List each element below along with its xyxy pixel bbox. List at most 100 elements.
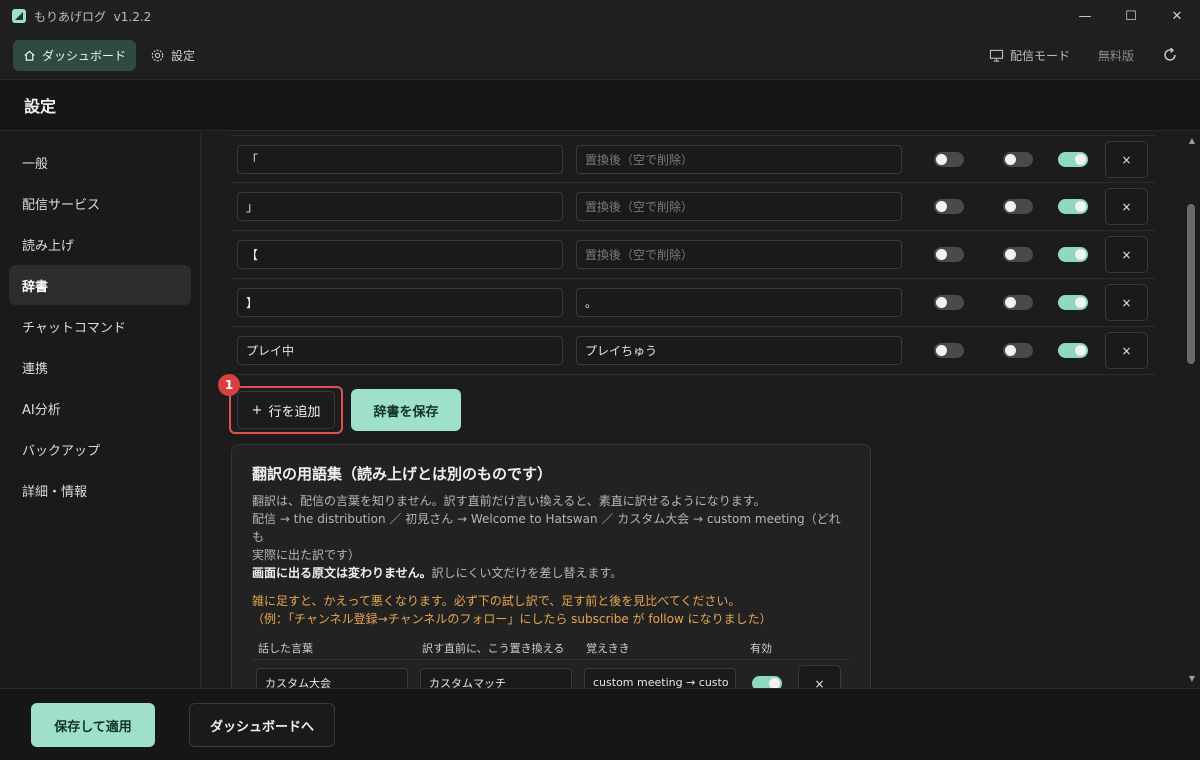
maximize-icon[interactable]: ☐	[1108, 0, 1154, 32]
delete-row-button[interactable]: ×	[798, 665, 841, 688]
enabled-toggle[interactable]	[1058, 343, 1088, 358]
sidebar-item-backup[interactable]: バックアップ	[9, 429, 191, 469]
toggle-switch[interactable]	[934, 199, 964, 214]
toggle-switch[interactable]	[1003, 152, 1033, 167]
add-row-highlight: 1 + 行を追加	[218, 374, 343, 434]
dashboard-tab[interactable]: ダッシュボード	[13, 39, 137, 71]
delivery-mode-button[interactable]: 配信モード	[989, 47, 1070, 64]
monitor-icon	[989, 49, 1004, 62]
toggle-switch[interactable]	[934, 247, 964, 262]
step-badge: 1	[218, 374, 240, 396]
settings-tab-label: 設定	[171, 48, 196, 63]
enabled-toggle[interactable]	[1058, 152, 1088, 167]
dictionary-table: 「 置換後（空で削除） × 」 置換後（空で削除） × 【 置換後（空で削除） …	[231, 135, 1155, 375]
scroll-down-icon[interactable]: ▼	[1187, 674, 1197, 684]
translation-glossary-panel: 翻訳の用語集（読み上げとは別のものです） 翻訳は、配信の言葉を知りません。訳す直…	[231, 444, 871, 688]
glossary-warning-line: 雑に足すと、かえって悪くなります。必ず下の試し訳で、足す前と後を見比べてください…	[252, 594, 741, 608]
save-apply-button[interactable]: 保存して適用	[31, 703, 155, 747]
content-scrollbar[interactable]: ▲ ▼	[1184, 132, 1200, 688]
column-header-replace: 訳す直前に、こう置き換える	[422, 641, 565, 655]
add-row-button[interactable]: + 行を追加	[237, 391, 335, 429]
column-header-spoken: 話した言葉	[258, 641, 313, 655]
save-dictionary-button[interactable]: 辞書を保存	[351, 389, 461, 431]
title-bar: もりあげログ v1.2.2 — ☐ ✕	[0, 0, 1200, 32]
spoken-word-input[interactable]: カスタム大会	[256, 668, 408, 688]
sidebar-item-ai-analysis[interactable]: AI分析	[9, 388, 191, 428]
dashboard-tab-label: ダッシュボード	[42, 48, 127, 63]
glossary-desc-rest: 訳しにくい文だけを差し替えます。	[431, 566, 623, 580]
sidebar-item-dictionary[interactable]: 辞書	[9, 265, 191, 305]
top-nav-right: 配信モード 無料版	[989, 32, 1178, 78]
dictionary-actions: 1 + 行を追加 辞書を保存	[218, 374, 628, 434]
glossary-desc-line: 配信 → the distribution ／ 初見さん → Welcome t…	[252, 512, 841, 544]
delete-row-button[interactable]: ×	[1105, 188, 1148, 225]
toggle-switch[interactable]	[934, 152, 964, 167]
table-row: プレイ中 プレイちゅう ×	[231, 327, 1155, 375]
gear-icon	[151, 49, 164, 61]
column-header-memo: 覚えきき	[586, 641, 630, 655]
sidebar-item-chat-commands[interactable]: チャットコマンド	[9, 306, 191, 346]
scroll-thumb[interactable]	[1187, 204, 1195, 364]
toggle-switch[interactable]	[934, 295, 964, 310]
glossary-desc-line: 実際に出た訳です）	[252, 548, 361, 562]
sidebar: 一般 配信サービス 読み上げ 辞書 チャットコマンド 連携 AI分析 バックアッ…	[0, 132, 201, 688]
home-icon	[24, 50, 35, 61]
app-title: もりあげログ v1.2.2	[34, 8, 151, 25]
enabled-toggle[interactable]	[1058, 247, 1088, 262]
enabled-toggle[interactable]	[1058, 199, 1088, 214]
delete-row-button[interactable]: ×	[1105, 141, 1148, 178]
footer: 保存して適用 ダッシュボードへ	[0, 688, 1200, 760]
source-word-input[interactable]: 「	[237, 145, 563, 174]
toggle-switch[interactable]	[1003, 343, 1033, 358]
column-header-enabled: 有効	[750, 641, 772, 655]
table-row: 「 置換後（空で削除） ×	[231, 135, 1155, 183]
replace-word-input[interactable]: カスタムマッチ	[420, 668, 572, 688]
table-row: 」 置換後（空で削除） ×	[231, 183, 1155, 231]
top-nav: ダッシュボード 設定 配信モード 無料版	[0, 32, 1200, 78]
replacement-input[interactable]: プレイちゅう	[576, 336, 902, 365]
source-word-input[interactable]: プレイ中	[237, 336, 563, 365]
scroll-up-icon[interactable]: ▲	[1187, 136, 1197, 146]
delivery-mode-label: 配信モード	[1009, 48, 1070, 63]
close-icon[interactable]: ✕	[1154, 0, 1200, 32]
sidebar-item-read-aloud[interactable]: 読み上げ	[9, 224, 191, 264]
sidebar-item-streaming-services[interactable]: 配信サービス	[9, 183, 191, 223]
delete-row-button[interactable]: ×	[1105, 332, 1148, 369]
settings-tab[interactable]: 設定	[150, 47, 195, 64]
source-word-input[interactable]: 」	[237, 192, 563, 221]
toggle-switch[interactable]	[1003, 247, 1033, 262]
memo-input[interactable]: custom meeting → custo	[584, 668, 736, 688]
table-row: 【 置換後（空で削除） ×	[231, 231, 1155, 279]
source-word-input[interactable]: 】	[237, 288, 563, 317]
toggle-switch[interactable]	[1003, 295, 1033, 310]
sidebar-item-integrations[interactable]: 連携	[9, 347, 191, 387]
replacement-input[interactable]: 置換後（空で削除）	[576, 192, 902, 221]
go-dashboard-button[interactable]: ダッシュボードへ	[189, 703, 335, 747]
replacement-input[interactable]: 置換後（空で削除）	[576, 240, 902, 269]
refresh-icon[interactable]	[1162, 47, 1178, 63]
plus-icon: +	[251, 402, 263, 418]
glossary-warning-line: （例：「チャンネル登録→チャンネルのフォロー」にしたら subscribe が …	[252, 612, 772, 626]
app-name: もりあげログ	[34, 9, 107, 24]
sidebar-item-general[interactable]: 一般	[9, 142, 191, 182]
replacement-input[interactable]: 。	[576, 288, 902, 317]
glossary-table-header: 話した言葉 訳す直前に、こう置き換える 覚えきき 有効	[252, 636, 850, 660]
toggle-switch[interactable]	[934, 343, 964, 358]
glossary-desc-line: 画面に出る原文は変わりません。訳しにくい文だけを差し替えます。	[252, 564, 850, 582]
table-row: カスタム大会 カスタムマッチ custom meeting → custo ×	[252, 660, 850, 688]
source-word-input[interactable]: 【	[237, 240, 563, 269]
delete-row-button[interactable]: ×	[1105, 236, 1148, 273]
glossary-title: 翻訳の用語集（読み上げとは別のものです）	[252, 465, 553, 483]
page-header: 設定	[0, 79, 1200, 131]
sidebar-item-details[interactable]: 詳細・情報	[9, 470, 191, 510]
delete-row-button[interactable]: ×	[1105, 284, 1148, 321]
replacement-input[interactable]: 置換後（空で削除）	[576, 145, 902, 174]
toggle-switch[interactable]	[1003, 199, 1033, 214]
page-title: 設定	[24, 97, 57, 116]
glossary-warning: 雑に足すと、かえって悪くなります。必ず下の試し訳で、足す前と後を見比べてください…	[252, 592, 850, 628]
plan-badge: 無料版	[1097, 48, 1134, 63]
glossary-desc-line: 翻訳は、配信の言葉を知りません。訳す直前だけ言い換えると、素直に訳せるようになり…	[252, 494, 766, 508]
minimize-icon[interactable]: —	[1062, 0, 1108, 32]
enabled-toggle[interactable]	[752, 676, 782, 688]
enabled-toggle[interactable]	[1058, 295, 1088, 310]
